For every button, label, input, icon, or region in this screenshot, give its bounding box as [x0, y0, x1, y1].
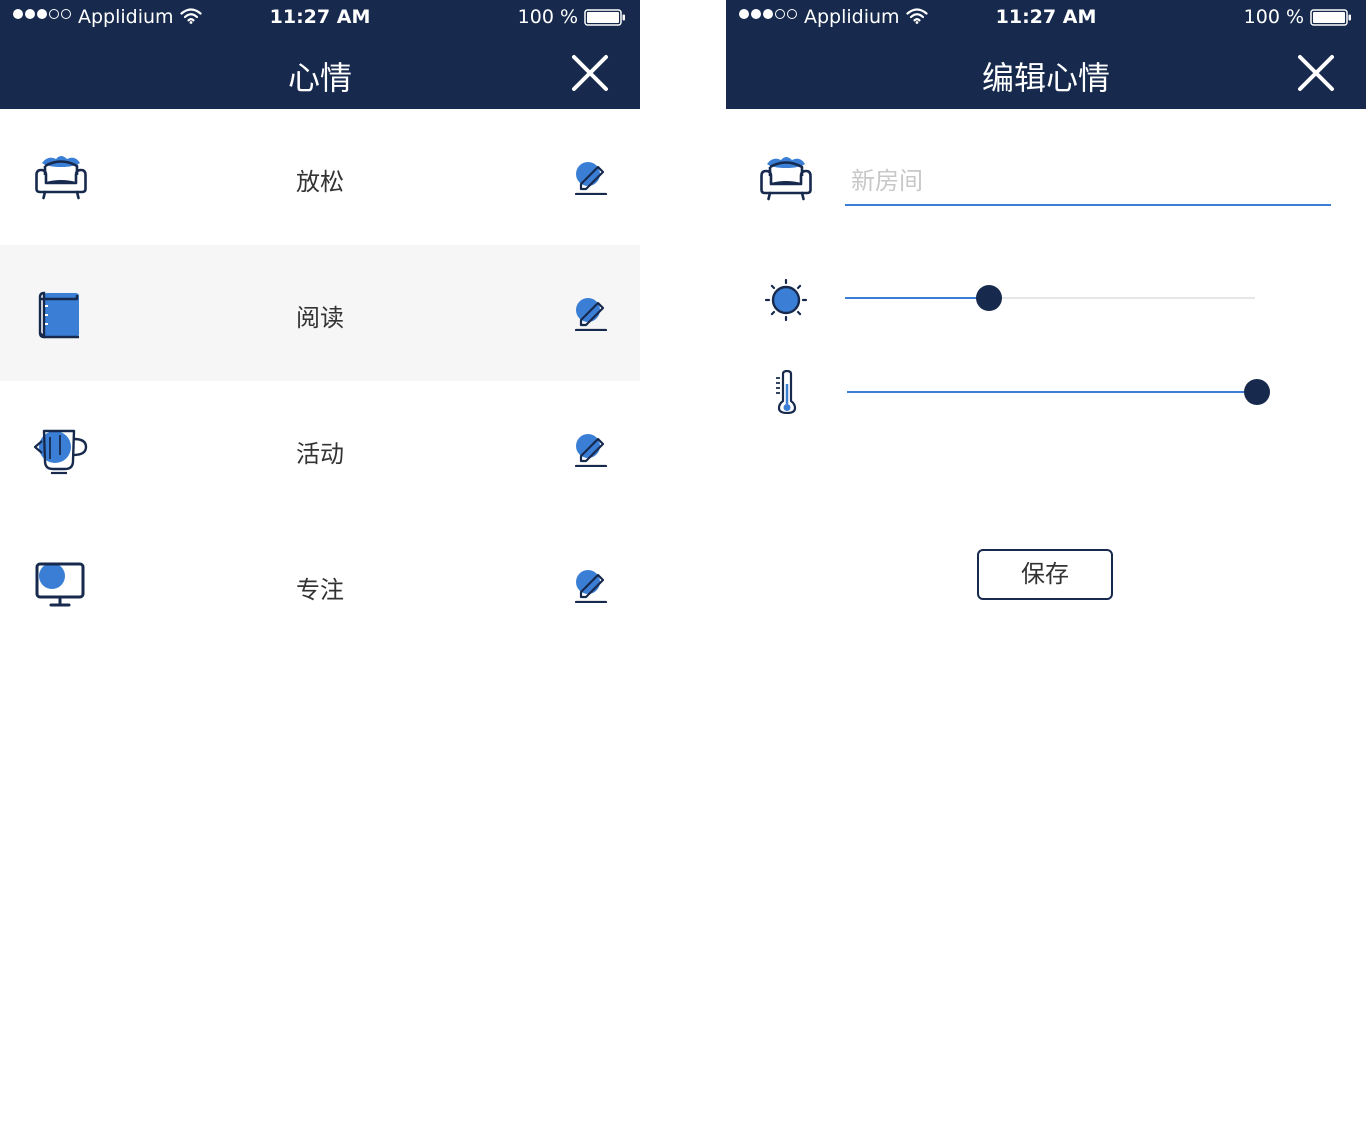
close-icon[interactable] — [570, 53, 610, 93]
battery-percentage: 100 % — [517, 6, 578, 28]
mood-list: 放松 阅读 活动 专注 — [0, 109, 640, 653]
battery-percentage: 100 % — [1243, 6, 1304, 28]
nav-bar: Applidium 11:27 AM 100 % 心情 — [0, 0, 640, 109]
slider-thumb[interactable] — [1244, 379, 1270, 405]
list-item-label: 活动 — [296, 440, 344, 468]
page-title: 编辑心情 — [981, 59, 1110, 97]
list-item[interactable]: 活动 — [0, 381, 640, 517]
battery-icon — [1310, 9, 1351, 26]
save-button[interactable]: 保存 — [977, 549, 1113, 600]
page-title: 心情 — [287, 59, 352, 97]
sun-icon — [764, 278, 808, 322]
mood-list-screen: Applidium 11:27 AM 100 % 心情 放松 阅读 活动 专注 — [0, 0, 640, 1139]
status-bar: Applidium 11:27 AM 100 % — [726, 0, 1366, 36]
nav-bar: Applidium 11:27 AM 100 % 编辑心情 — [726, 0, 1366, 109]
list-item[interactable]: 专注 — [0, 517, 640, 653]
armchair-icon — [760, 157, 812, 201]
status-bar: Applidium 11:27 AM 100 % — [0, 0, 640, 36]
close-icon[interactable] — [1296, 53, 1336, 93]
list-item-label: 放松 — [296, 168, 344, 196]
edit-mood-screen: Applidium 11:27 AM 100 % 编辑心情 新房间 保存 — [726, 0, 1366, 1139]
slider-thumb[interactable] — [975, 285, 1002, 311]
room-name-field — [845, 160, 1331, 206]
edit-icon[interactable] — [573, 159, 609, 195]
list-item[interactable]: 阅读 — [0, 245, 640, 381]
slider-fill — [847, 391, 1257, 393]
temperature-slider[interactable] — [847, 379, 1270, 405]
list-item[interactable]: 放松 — [0, 109, 640, 245]
thermometer-icon — [776, 370, 797, 414]
battery-icon — [584, 9, 625, 26]
list-item-label: 阅读 — [296, 304, 344, 332]
edit-icon[interactable] — [573, 431, 609, 467]
slider-fill — [845, 297, 989, 299]
edit-icon[interactable] — [573, 295, 609, 331]
list-item-label: 专注 — [296, 576, 344, 604]
brightness-slider[interactable] — [845, 285, 1255, 311]
room-name-input[interactable] — [845, 160, 1331, 202]
edit-icon[interactable] — [573, 567, 609, 603]
